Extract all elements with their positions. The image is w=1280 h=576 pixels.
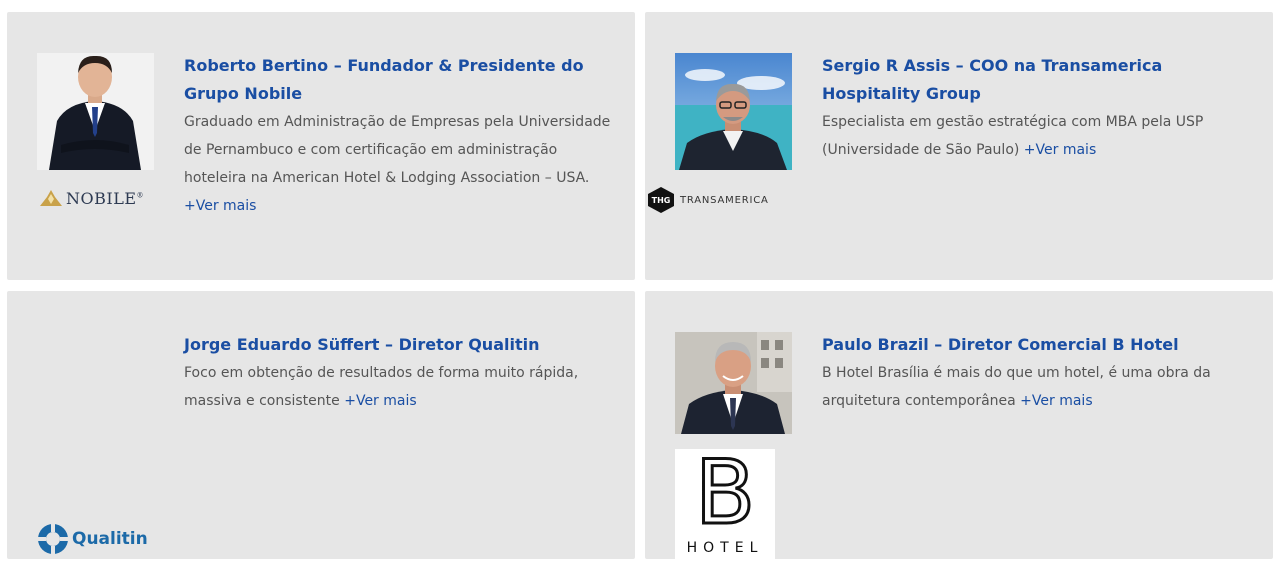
- bhotel-b-mark: B: [693, 449, 756, 529]
- profile-card-sergio-assis: Sergio R Assis – COO na Transamerica Hos…: [645, 12, 1273, 280]
- card-text: Sergio R Assis – COO na Transamerica Hos…: [822, 52, 1253, 164]
- svg-text:B: B: [695, 449, 755, 529]
- description-text: Especialista em gestão estratégica com M…: [822, 114, 1204, 158]
- ver-mais-link[interactable]: +Ver mais: [1024, 142, 1096, 158]
- bhotel-logo: B HOTEL: [675, 449, 775, 559]
- profile-photo-sergio-assis: [675, 53, 792, 170]
- description-text: B Hotel Brasília é mais do que um hotel,…: [822, 365, 1211, 409]
- card-description: Graduado em Administração de Empresas pe…: [184, 108, 615, 220]
- qualitin-logo: Qualitin: [37, 523, 148, 555]
- transamerica-wordmark: TRANSAMERICA: [680, 194, 769, 206]
- profile-card-roberto-bertino: Roberto Bertino – Fundador & Presidente …: [7, 12, 635, 280]
- profile-photo-roberto-bertino: [37, 53, 154, 170]
- qualitin-wordmark: Qualitin: [72, 529, 148, 549]
- ver-mais-link[interactable]: +Ver mais: [1020, 393, 1092, 409]
- nobile-crown-icon: [40, 190, 62, 206]
- nobile-logo: NOBILE®: [39, 186, 159, 210]
- card-title: Sergio R Assis – COO na Transamerica Hos…: [822, 56, 1163, 103]
- profile-card-paulo-brazil: Paulo Brazil – Diretor Comercial B Hotel…: [645, 291, 1273, 559]
- thg-badge-text: THG: [652, 196, 671, 205]
- ver-mais-link[interactable]: +Ver mais: [184, 198, 256, 214]
- card-text: Jorge Eduardo Süffert – Diretor Qualitin…: [184, 331, 615, 415]
- card-title: Roberto Bertino – Fundador & Presidente …: [184, 56, 584, 103]
- description-text: Graduado em Administração de Empresas pe…: [184, 114, 611, 186]
- profile-photo-paulo-brazil: [675, 332, 792, 449]
- card-title: Paulo Brazil – Diretor Comercial B Hotel: [822, 335, 1179, 354]
- bhotel-wordmark: HOTEL: [686, 540, 764, 556]
- card-description: Especialista em gestão estratégica com M…: [822, 108, 1253, 164]
- transamerica-logo: THG TRANSAMERICA: [647, 186, 769, 214]
- profile-card-jorge-suffert: Jorge Eduardo Süffert – Diretor Qualitin…: [7, 291, 635, 559]
- card-title: Jorge Eduardo Süffert – Diretor Qualitin: [184, 335, 540, 354]
- card-text: Paulo Brazil – Diretor Comercial B Hotel…: [822, 331, 1253, 415]
- qualitin-logo-icon: [38, 524, 68, 554]
- card-description: Foco em obtenção de resultados de forma …: [184, 359, 615, 415]
- thg-badge-icon: THG: [648, 187, 674, 213]
- ver-mais-link[interactable]: +Ver mais: [344, 393, 416, 409]
- card-text: Roberto Bertino – Fundador & Presidente …: [184, 52, 615, 220]
- nobile-wordmark: NOBILE®: [66, 188, 144, 208]
- card-description: B Hotel Brasília é mais do que um hotel,…: [822, 359, 1253, 415]
